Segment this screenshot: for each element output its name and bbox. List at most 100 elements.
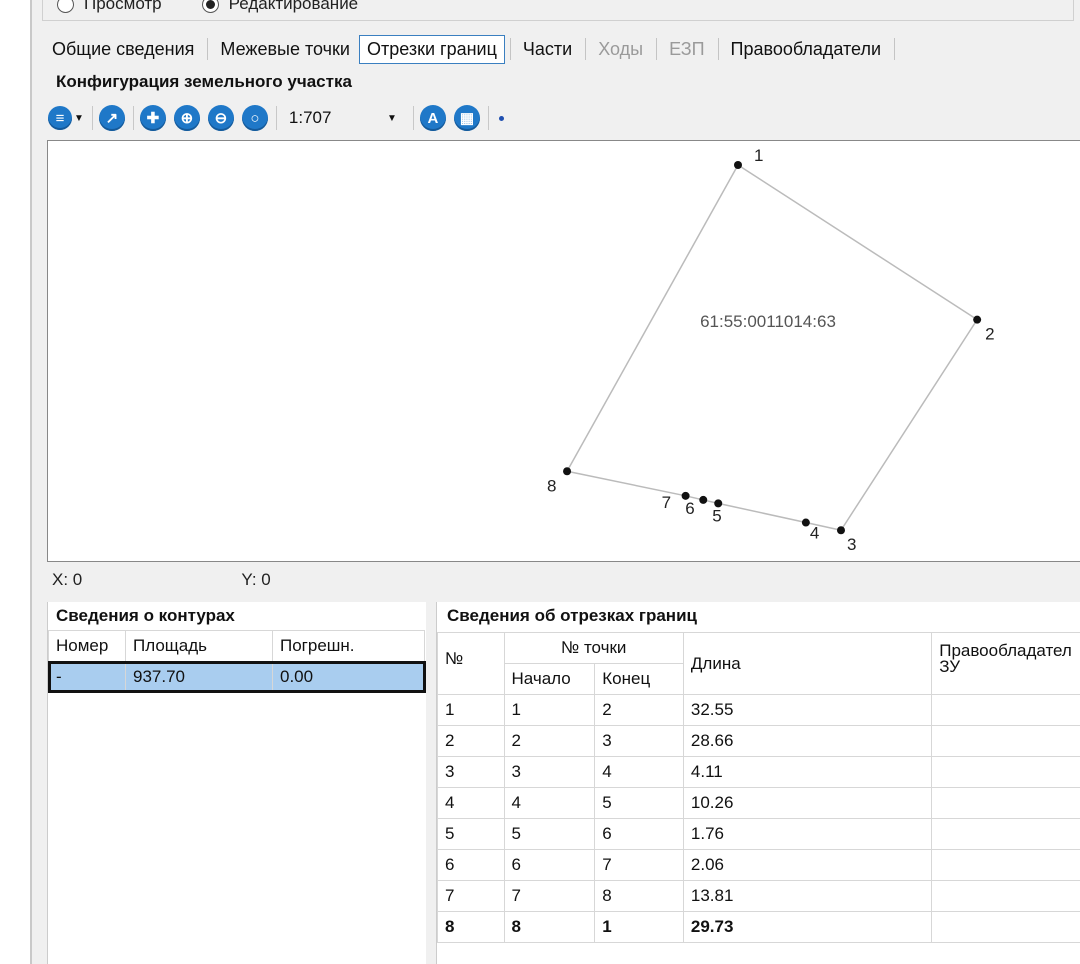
segment-no-cell[interactable]: 5 xyxy=(437,818,505,850)
segment-end-cell[interactable]: 3 xyxy=(594,725,684,757)
zoom-fit-icon[interactable]: ○ xyxy=(241,105,268,131)
chevron-down-icon[interactable]: ▼ xyxy=(387,113,397,124)
table-row[interactable]: 3 3 4 4.11 xyxy=(437,756,1080,788)
segment-length-cell[interactable]: 2.06 xyxy=(682,849,933,881)
table-row[interactable]: - 937.70 0.00 xyxy=(47,660,426,693)
segment-start-cell[interactable]: 1 xyxy=(503,694,596,726)
segment-start-cell[interactable]: 4 xyxy=(503,787,596,819)
col-no-header[interactable]: № xyxy=(437,632,505,695)
edit-mode-option[interactable]: Редактирование xyxy=(201,0,358,14)
boundary-point[interactable] xyxy=(681,491,690,500)
cursor-coordinates: X: 0 Y: 0 xyxy=(52,570,271,590)
segment-start-cell[interactable]: 2 xyxy=(503,725,596,757)
arrow-icon[interactable]: ↗ xyxy=(98,105,125,131)
view-radio[interactable] xyxy=(57,0,74,13)
point-icon[interactable] xyxy=(498,115,504,121)
segment-length-cell[interactable]: 10.26 xyxy=(682,787,933,819)
segments-body: 1 1 2 32.55 2 2 3 28.66 3 3 4 4.11 4 4 5 10.26 5 5 6 1.76 6 6… xyxy=(437,694,1080,943)
segment-end-cell[interactable]: 1 xyxy=(594,911,684,943)
col-number-header[interactable]: Номер xyxy=(48,630,126,662)
segment-end-cell[interactable]: 8 xyxy=(594,880,684,912)
zoom-out-icon[interactable]: ⊖ xyxy=(207,105,234,131)
layers-icon[interactable]: ≡ xyxy=(48,106,72,130)
segment-length-cell[interactable]: 29.73 xyxy=(682,911,933,943)
segment-end-cell[interactable]: 2 xyxy=(594,694,684,726)
segment-end-cell[interactable]: 7 xyxy=(594,849,684,881)
boundary-point[interactable] xyxy=(973,315,982,324)
table-row[interactable]: 2 2 3 28.66 xyxy=(437,725,1080,757)
col-start-header[interactable]: Начало xyxy=(503,663,596,695)
col-length-header[interactable]: Длина xyxy=(682,632,933,695)
table-row[interactable]: 5 5 6 1.76 xyxy=(437,818,1080,850)
view-mode-option[interactable]: Просмотр xyxy=(57,0,162,14)
segment-owner-cell[interactable] xyxy=(931,756,1080,788)
table-row[interactable]: 1 1 2 32.55 xyxy=(437,694,1080,726)
table-row[interactable]: 6 6 7 2.06 xyxy=(437,849,1080,881)
boundary-point[interactable] xyxy=(734,161,742,169)
segment-no-cell[interactable]: 3 xyxy=(437,756,505,788)
col-area-header[interactable]: Площадь xyxy=(125,630,273,662)
segment-owner-cell[interactable] xyxy=(931,787,1080,819)
col-error-header[interactable]: Погрешн. xyxy=(272,630,425,662)
tab-ezp[interactable]: ЕЗП xyxy=(661,35,712,64)
segment-length-cell[interactable]: 13.81 xyxy=(682,880,933,912)
segment-end-cell[interactable]: 4 xyxy=(594,756,684,788)
tab-owners[interactable]: Правообладатели xyxy=(723,35,890,64)
table-row[interactable]: 8 8 1 29.73 xyxy=(437,911,1080,943)
boundary-point[interactable] xyxy=(836,526,845,535)
table-row[interactable]: 7 7 8 13.81 xyxy=(437,880,1080,912)
col-end-header[interactable]: Конец xyxy=(594,663,684,695)
toolbar-separator xyxy=(487,106,489,130)
boundary-point[interactable] xyxy=(699,495,708,504)
boundary-point-label: 2 xyxy=(985,325,994,344)
segment-start-cell[interactable]: 5 xyxy=(503,818,596,850)
segment-no-cell[interactable]: 2 xyxy=(437,725,505,757)
segment-owner-cell[interactable] xyxy=(931,694,1080,726)
pan-icon[interactable]: ✚ xyxy=(139,105,166,131)
contour-number-cell[interactable]: - xyxy=(48,661,126,692)
grid-icon[interactable]: ▦ xyxy=(453,105,480,131)
tab-general[interactable]: Общие сведения xyxy=(44,35,202,64)
segment-length-cell[interactable]: 1.76 xyxy=(682,818,933,850)
mode-group: Просмотр Редактирование xyxy=(42,0,1074,21)
tab-boundary-segments[interactable]: Отрезки границ xyxy=(358,34,505,64)
segment-end-cell[interactable]: 6 xyxy=(594,818,684,850)
edit-radio[interactable] xyxy=(201,0,219,13)
col-owner-header[interactable]: Правообладател ЗУ xyxy=(931,632,1080,695)
segment-no-cell[interactable]: 1 xyxy=(437,694,505,726)
segment-start-cell[interactable]: 6 xyxy=(503,849,596,881)
segment-start-cell[interactable]: 7 xyxy=(503,880,596,912)
contour-area-cell[interactable]: 937.70 xyxy=(125,661,273,692)
boundary-point-label: 5 xyxy=(712,506,721,525)
segment-owner-cell[interactable] xyxy=(931,911,1080,943)
segment-start-cell[interactable]: 3 xyxy=(503,756,596,788)
boundary-point[interactable] xyxy=(801,518,810,527)
table-row[interactable]: 4 4 5 10.26 xyxy=(437,787,1080,819)
zoom-in-icon[interactable]: ⊕ xyxy=(173,105,200,131)
segment-end-cell[interactable]: 5 xyxy=(594,787,684,819)
tab-boundary-points[interactable]: Межевые точки xyxy=(212,35,358,64)
segment-no-cell[interactable]: 8 xyxy=(437,911,505,943)
tab-traverses[interactable]: Ходы xyxy=(590,35,651,64)
contour-error-cell[interactable]: 0.00 xyxy=(272,661,425,692)
map-canvas[interactable]: 61:55:0011014:63 1 2 3 4 567 8 xyxy=(47,140,1080,562)
scale-combobox[interactable]: 1:707 ▼ xyxy=(282,104,403,132)
segment-length-cell[interactable]: 32.55 xyxy=(682,694,933,726)
segment-owner-cell[interactable] xyxy=(931,818,1080,850)
config-title: Конфигурация земельного участка xyxy=(56,72,352,91)
segment-no-cell[interactable]: 6 xyxy=(437,849,505,881)
label-icon[interactable]: A xyxy=(419,105,446,131)
segment-owner-cell[interactable] xyxy=(931,849,1080,881)
segment-owner-cell[interactable] xyxy=(931,880,1080,912)
chevron-down-icon[interactable]: ▼ xyxy=(74,113,84,124)
segment-length-cell[interactable]: 28.66 xyxy=(682,725,933,757)
col-point-group-header[interactable]: № точки xyxy=(503,632,684,664)
segment-owner-cell[interactable] xyxy=(931,725,1080,757)
segment-no-cell[interactable]: 7 xyxy=(437,880,505,912)
y-value: 0 xyxy=(261,570,271,589)
segment-start-cell[interactable]: 8 xyxy=(503,911,596,943)
segment-no-cell[interactable]: 4 xyxy=(437,787,505,819)
segment-length-cell[interactable]: 4.11 xyxy=(682,756,933,788)
tab-parts[interactable]: Части xyxy=(515,35,580,64)
boundary-point[interactable] xyxy=(563,467,572,476)
